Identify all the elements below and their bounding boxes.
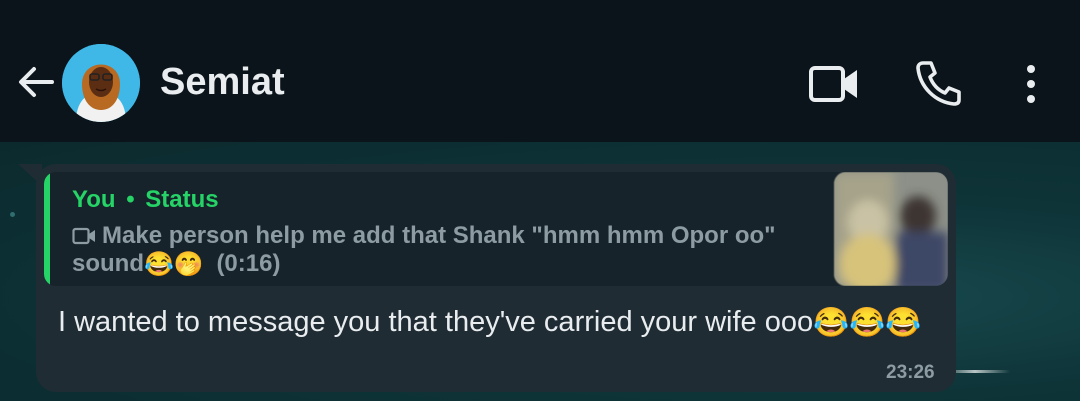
more-vert-icon[interactable]	[1018, 64, 1044, 104]
video-call-icon[interactable]	[808, 62, 860, 106]
thumbnail-image	[834, 172, 948, 286]
quote-emojis: 😂🤭	[144, 250, 204, 278]
video-icon	[72, 227, 95, 245]
status-duration: (0:16)	[216, 250, 281, 277]
message-body: I wanted to message you that they've car…	[58, 306, 814, 338]
message-text: I wanted to message you that they've car…	[58, 302, 921, 343]
quote-caption-line2: sound😂🤭 (0:16)	[72, 250, 280, 279]
quote-source: Status	[145, 186, 219, 213]
quote-caption-tail: sound	[72, 250, 144, 277]
quoted-status[interactable]: You • Status Make person help me add tha…	[44, 172, 948, 286]
quote-caption-line1: Make person help me add that Shank "hmm …	[72, 222, 812, 250]
quote-accent-bar	[44, 172, 50, 286]
chat-header: Semiat	[0, 0, 1080, 142]
quote-author-name: You	[72, 186, 116, 213]
message-emojis: 😂😂😂	[813, 307, 922, 340]
wallpaper-dot	[10, 212, 15, 217]
phone-icon[interactable]	[914, 58, 964, 108]
quote-separator: •	[126, 186, 135, 213]
contact-name[interactable]: Semiat	[160, 60, 285, 104]
quote-caption-text: Make person help me add that Shank "hmm …	[102, 222, 776, 249]
avatar[interactable]	[62, 44, 140, 122]
arrow-left-icon[interactable]	[16, 62, 56, 102]
avatar-image	[62, 44, 140, 122]
status-thumbnail[interactable]	[834, 172, 948, 286]
quote-author: You • Status	[72, 186, 219, 214]
message-time: 23:26	[886, 362, 935, 383]
